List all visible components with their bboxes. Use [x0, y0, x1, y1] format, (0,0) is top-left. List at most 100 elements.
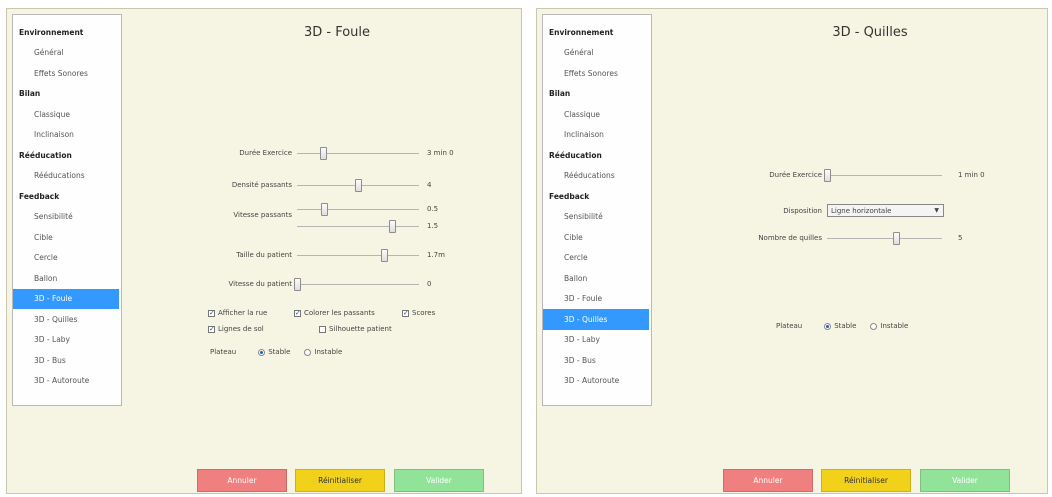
check-icon: ✓	[402, 308, 409, 317]
patient-speed-label: Vitesse du patient	[228, 280, 292, 288]
check-icon: ✓	[208, 308, 215, 317]
sidebar-item-g-n-ral[interactable]: Général	[13, 43, 121, 64]
speed-max-slider-thumb[interactable]	[389, 220, 397, 233]
radio-instable[interactable]: Instable	[304, 348, 342, 356]
speed-min-value: 0.5	[427, 205, 439, 213]
duration-slider-thumb[interactable]	[319, 147, 327, 160]
duration-slider-track[interactable]	[297, 147, 419, 160]
sidebar-item-effets-sonores[interactable]: Effets Sonores	[543, 63, 651, 84]
sidebar-section: Rééducation	[549, 150, 602, 160]
density-value: 4	[427, 181, 432, 189]
sidebar-item-ballon[interactable]: Ballon	[543, 268, 651, 289]
checkbox-colorer-passants[interactable]: ✓ Colorer les passants	[294, 309, 375, 317]
page-title: 3D - Quilles	[832, 25, 908, 40]
sidebar-item-3d-quilles[interactable]: 3D - Quilles	[13, 309, 121, 330]
sidebar-item-ballon[interactable]: Ballon	[13, 268, 121, 289]
duration-value: 1 min 0	[958, 171, 985, 179]
validate-button[interactable]: Valider	[920, 469, 1010, 492]
sidebar-item-3d-bus[interactable]: 3D - Bus	[543, 350, 651, 371]
pins-count-value: 5	[958, 234, 963, 242]
check-icon: ✓	[294, 308, 301, 317]
sidebar-section: Environnement	[19, 27, 84, 37]
sidebar-item-cercle[interactable]: Cercle	[13, 248, 121, 269]
checkbox-silhouette[interactable]: Silhouette patient	[319, 325, 392, 333]
cancel-button[interactable]: Annuler	[197, 469, 287, 492]
settings-sidebar: Environnement Général Effets Sonores Bilan C…	[12, 14, 122, 406]
sidebar-section: Bilan	[549, 89, 571, 99]
checkbox-scores[interactable]: ✓ Scores	[402, 309, 435, 317]
pins-count-slider-track[interactable]	[827, 232, 942, 245]
height-value: 1.7m	[427, 251, 445, 259]
patient-speed-slider-thumb[interactable]	[294, 278, 301, 291]
sidebar-section: Rééducation	[19, 150, 72, 160]
sidebar-item-g-n-ral[interactable]: Général	[543, 43, 651, 64]
duration-slider-thumb[interactable]	[824, 169, 831, 182]
radio-indicator	[258, 348, 266, 356]
settings-panel-foule: Environnement Général Effets Sonores Bilan C…	[6, 8, 522, 494]
sidebar-item-sensibilit[interactable]: Sensibilité	[543, 207, 651, 228]
checkbox-lignes-sol[interactable]: ✓ Lignes de sol	[208, 325, 264, 333]
speed-min-slider-track[interactable]	[297, 203, 419, 216]
radio-stable[interactable]: Stable	[258, 348, 290, 356]
sidebar-item-3d-autoroute[interactable]: 3D - Autoroute	[543, 371, 651, 392]
plateau-radio-group: Plateau Stable Instable	[776, 322, 908, 330]
plateau-label: Plateau	[210, 348, 237, 356]
radio-indicator	[824, 322, 832, 330]
check-icon	[319, 325, 326, 333]
density-slider-thumb[interactable]	[355, 179, 362, 192]
checkbox-label: Afficher la rue	[218, 309, 268, 317]
validate-button[interactable]: Valider	[394, 469, 484, 492]
sidebar-item-3d-laby[interactable]: 3D - Laby	[543, 330, 651, 351]
sidebar-item-classique[interactable]: Classique	[543, 104, 651, 125]
dropdown-value: Ligne horizontale	[831, 206, 892, 215]
plateau-label: Plateau	[776, 322, 803, 330]
checkbox-label: Lignes de sol	[218, 325, 264, 333]
density-label: Densité passants	[231, 181, 292, 189]
duration-slider-track[interactable]	[824, 169, 942, 182]
patient-speed-value: 0	[427, 280, 432, 288]
check-icon: ✓	[208, 324, 215, 333]
height-slider-track[interactable]	[297, 249, 419, 262]
sidebar-item-cible[interactable]: Cible	[13, 227, 121, 248]
sidebar-item-3d-quilles[interactable]: 3D - Quilles	[543, 309, 649, 330]
sidebar-item-3d-bus[interactable]: 3D - Bus	[13, 350, 121, 371]
height-slider-thumb[interactable]	[380, 249, 388, 262]
reset-button[interactable]: Réinitialiser	[821, 469, 911, 492]
sidebar-section: Environnement	[549, 27, 614, 37]
checkbox-label: Silhouette patient	[329, 325, 392, 333]
patient-speed-slider-track[interactable]	[294, 278, 419, 291]
speed-min-slider-thumb[interactable]	[320, 203, 328, 216]
radio-label: Instable	[880, 322, 909, 330]
pins-count-slider-thumb[interactable]	[893, 232, 900, 245]
density-slider-track[interactable]	[297, 179, 419, 192]
radio-label: Instable	[314, 348, 343, 356]
checkbox-afficher-rue[interactable]: ✓ Afficher la rue	[208, 309, 267, 317]
cancel-button[interactable]: Annuler	[723, 469, 813, 492]
sidebar-item-inclinaison[interactable]: Inclinaison	[13, 125, 121, 146]
sidebar-item-3d-autoroute[interactable]: 3D - Autoroute	[13, 371, 121, 392]
radio-stable[interactable]: Stable	[824, 322, 856, 330]
duration-value: 3 min 0	[427, 149, 454, 157]
sidebar-item-classique[interactable]: Classique	[13, 104, 121, 125]
sidebar-item-cercle[interactable]: Cercle	[543, 248, 651, 269]
reset-button[interactable]: Réinitialiser	[295, 469, 385, 492]
speed-max-slider-track[interactable]	[297, 220, 419, 233]
disposition-dropdown[interactable]: Ligne horizontale ▼	[827, 204, 944, 217]
page-title: 3D - Foule	[303, 25, 371, 40]
radio-instable[interactable]: Instable	[870, 322, 908, 330]
chevron-down-icon: ▼	[934, 207, 939, 214]
sidebar-item-effets-sonores[interactable]: Effets Sonores	[13, 63, 121, 84]
sidebar-item-inclinaison[interactable]: Inclinaison	[543, 125, 651, 146]
sidebar-section: Feedback	[549, 191, 590, 201]
sidebar-item-3d-foule[interactable]: 3D - Foule	[543, 289, 651, 310]
radio-label: Stable	[834, 322, 857, 330]
sidebar-item-cible[interactable]: Cible	[543, 227, 651, 248]
sidebar-item-sensibilit[interactable]: Sensibilité	[13, 207, 121, 228]
duration-label: Durée Exercice	[769, 171, 822, 179]
sidebar-section: Bilan	[19, 89, 41, 99]
disposition-label: Disposition	[783, 207, 822, 215]
sidebar-item-r-ducations[interactable]: Rééducations	[543, 166, 651, 187]
sidebar-item-3d-laby[interactable]: 3D - Laby	[13, 330, 121, 351]
sidebar-item-r-ducations[interactable]: Rééducations	[13, 166, 121, 187]
sidebar-item-3d-foule[interactable]: 3D - Foule	[13, 288, 119, 309]
